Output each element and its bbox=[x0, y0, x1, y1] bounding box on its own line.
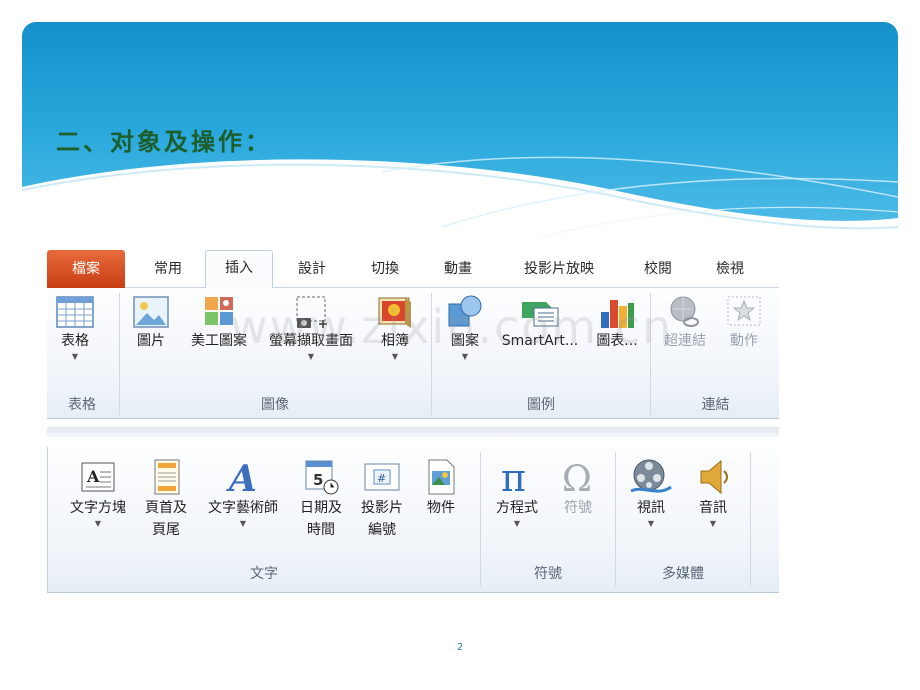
svg-text:Ω: Ω bbox=[562, 459, 592, 497]
header-footer-button[interactable]: 頁首及 頁尾 bbox=[138, 457, 194, 541]
shapes-button[interactable]: 圖案 ▼ bbox=[441, 294, 489, 362]
group-label-text: 文字 bbox=[250, 566, 278, 582]
dropdown-arrow-icon: ▼ bbox=[461, 352, 469, 361]
svg-text:#: # bbox=[377, 472, 386, 485]
bar-chart-icon bbox=[601, 300, 634, 328]
textbox-icon: A bbox=[81, 462, 115, 492]
tab-home[interactable]: 常用 bbox=[135, 252, 201, 288]
hyperlink-globe-icon bbox=[670, 296, 699, 327]
clipart-icon bbox=[205, 297, 233, 325]
tab-review[interactable]: 校閱 bbox=[625, 252, 691, 288]
omega-symbol-icon: Ω bbox=[562, 459, 592, 497]
svg-text:π: π bbox=[501, 457, 526, 497]
tab-view[interactable]: 檢視 bbox=[697, 252, 763, 288]
tab-file[interactable]: 檔案 bbox=[47, 250, 125, 288]
audio-button[interactable]: 音訊 ▼ bbox=[684, 457, 742, 529]
tab-transitions[interactable]: 切換 bbox=[352, 252, 418, 288]
dropdown-arrow-icon: ▼ bbox=[94, 519, 102, 528]
svg-text:5: 5 bbox=[313, 471, 323, 489]
calendar-clock-icon: 5 bbox=[305, 460, 339, 495]
dropdown-arrow-icon: ▼ bbox=[239, 519, 247, 528]
object-button[interactable]: 物件 bbox=[414, 457, 468, 519]
dropdown-arrow-icon: ▼ bbox=[71, 352, 79, 361]
tab-insert[interactable]: 插入 bbox=[205, 250, 273, 289]
group-label-table: 表格 bbox=[68, 397, 96, 413]
ribbon-tab-bar: 檔案 常用 插入 設計 切換 動畫 投影片放映 校閱 檢視 bbox=[47, 244, 779, 289]
action-button[interactable]: 動作 bbox=[719, 294, 769, 352]
slide-number-icon: # bbox=[364, 463, 400, 491]
picture-button[interactable]: 圖片 bbox=[127, 294, 175, 352]
smartart-button[interactable]: SmartArt... bbox=[497, 294, 583, 352]
tab-design[interactable]: 設計 bbox=[279, 252, 345, 288]
chart-button[interactable]: 圖表... bbox=[587, 294, 647, 352]
pi-equation-icon: π bbox=[501, 457, 526, 497]
video-button[interactable]: 視訊 ▼ bbox=[622, 457, 680, 529]
dropdown-arrow-icon: ▼ bbox=[709, 519, 717, 528]
title-banner: 二、对象及操作： bbox=[22, 22, 898, 252]
ribbon-divider-strip bbox=[47, 427, 779, 437]
dropdown-arrow-icon: ▼ bbox=[647, 519, 655, 528]
tab-animations[interactable]: 動畫 bbox=[425, 252, 491, 288]
header-footer-icon bbox=[154, 459, 180, 495]
tab-slideshow[interactable]: 投影片放映 bbox=[499, 252, 619, 288]
ribbon-screenshot-bottom: A 文字方塊 ▼ 頁首及 頁尾 A 文字藝術師 ▼ 5 日期及 時間 # 投影片… bbox=[47, 447, 779, 593]
ribbon-screenshot-top: 檔案 常用 插入 設計 切換 動畫 投影片放映 校閱 檢視 表格 ▼ 表格 圖片… bbox=[47, 244, 779, 427]
photo-album-icon bbox=[378, 297, 411, 328]
photo-album-button[interactable]: 相簿 ▼ bbox=[369, 294, 421, 362]
svg-text:A: A bbox=[86, 467, 100, 486]
table-icon bbox=[56, 296, 94, 328]
dropdown-arrow-icon: ▼ bbox=[513, 519, 521, 528]
group-label-media: 多媒體 bbox=[662, 566, 704, 582]
equation-button[interactable]: π 方程式 ▼ bbox=[488, 457, 546, 529]
film-reel-icon bbox=[630, 459, 672, 493]
slide-title: 二、对象及操作： bbox=[56, 127, 272, 156]
shapes-icon bbox=[448, 295, 482, 327]
wordart-button[interactable]: A 文字藝術師 ▼ bbox=[198, 457, 288, 529]
group-label-symbols: 符號 bbox=[534, 566, 562, 582]
action-star-icon bbox=[727, 296, 761, 326]
hyperlink-button[interactable]: 超連結 bbox=[657, 294, 713, 352]
table-button[interactable]: 表格 ▼ bbox=[53, 294, 97, 362]
dropdown-arrow-icon: ▼ bbox=[307, 352, 315, 361]
smartart-icon bbox=[522, 302, 559, 327]
screenshot-icon bbox=[296, 296, 327, 328]
ribbon-insert-panel: 表格 ▼ 表格 圖片 美工圖案 螢幕擷取畫面 ▼ 相簿 ▼ 圖像 圖案 ▼ Sm… bbox=[47, 288, 779, 419]
speaker-icon bbox=[700, 459, 728, 495]
date-time-button[interactable]: 5 日期及 時間 bbox=[292, 457, 350, 541]
slide-number-button[interactable]: # 投影片 編號 bbox=[354, 457, 410, 541]
page-number: 2 bbox=[456, 642, 464, 653]
dropdown-arrow-icon: ▼ bbox=[391, 352, 399, 361]
wordart-icon: A bbox=[226, 458, 257, 497]
picture-icon bbox=[133, 296, 169, 328]
group-label-links: 連結 bbox=[701, 397, 730, 413]
clipart-button[interactable]: 美工圖案 bbox=[183, 294, 255, 352]
group-label-image: 圖像 bbox=[261, 397, 289, 413]
group-label-illustrations: 圖例 bbox=[527, 397, 555, 413]
object-icon bbox=[428, 459, 455, 495]
screenshot-button[interactable]: 螢幕擷取畫面 ▼ bbox=[259, 294, 363, 362]
svg-text:A: A bbox=[226, 458, 257, 497]
textbox-button[interactable]: A 文字方塊 ▼ bbox=[58, 457, 138, 529]
symbol-button[interactable]: Ω 符號 bbox=[550, 457, 606, 519]
